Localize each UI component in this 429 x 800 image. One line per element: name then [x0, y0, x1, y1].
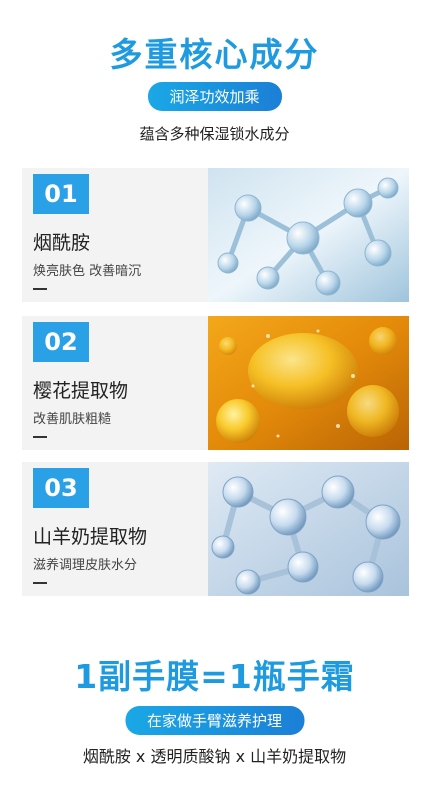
slogan-heading: 1副手膜=1瓶手霜	[74, 657, 355, 696]
golden-oil-drops-image	[208, 316, 409, 450]
ingredient-card-2: 02 樱花提取物 改善肌肤粗糙	[22, 316, 409, 450]
ingredients-formula: 烟酰胺 x 透明质酸钠 x 山羊奶提取物	[82, 747, 347, 766]
ingredient-number-badge: 03	[33, 468, 89, 508]
molecule-blue-image	[208, 168, 409, 302]
ingredient-card-1: 01 烟酰胺 焕亮肤色 改善暗沉	[22, 168, 409, 302]
divider-dash	[33, 288, 47, 290]
ingredient-number-badge: 01	[33, 174, 89, 214]
ingredient-name: 樱花提取物	[33, 380, 129, 402]
page-title: 多重核心成分	[109, 35, 320, 74]
ingredient-card-3: 03 山羊奶提取物 滋养调理皮肤水分	[22, 462, 409, 596]
subtitle-pill: 润泽功效加乘	[147, 82, 282, 111]
molecule-crystal-image	[208, 462, 409, 596]
ingredient-name: 山羊奶提取物	[33, 526, 148, 548]
care-pill: 在家做手臂滋养护理	[124, 706, 305, 735]
ingredient-description: 改善肌肤粗糙	[33, 412, 112, 427]
ingredient-description: 焕亮肤色 改善暗沉	[33, 264, 142, 279]
ingredient-description: 滋养调理皮肤水分	[33, 558, 138, 573]
divider-dash	[33, 436, 47, 438]
ingredient-number-badge: 02	[33, 322, 89, 362]
ingredient-name: 烟酰胺	[33, 232, 91, 254]
intro-text: 蕴含多种保湿锁水成分	[139, 125, 290, 143]
divider-dash	[33, 582, 47, 584]
